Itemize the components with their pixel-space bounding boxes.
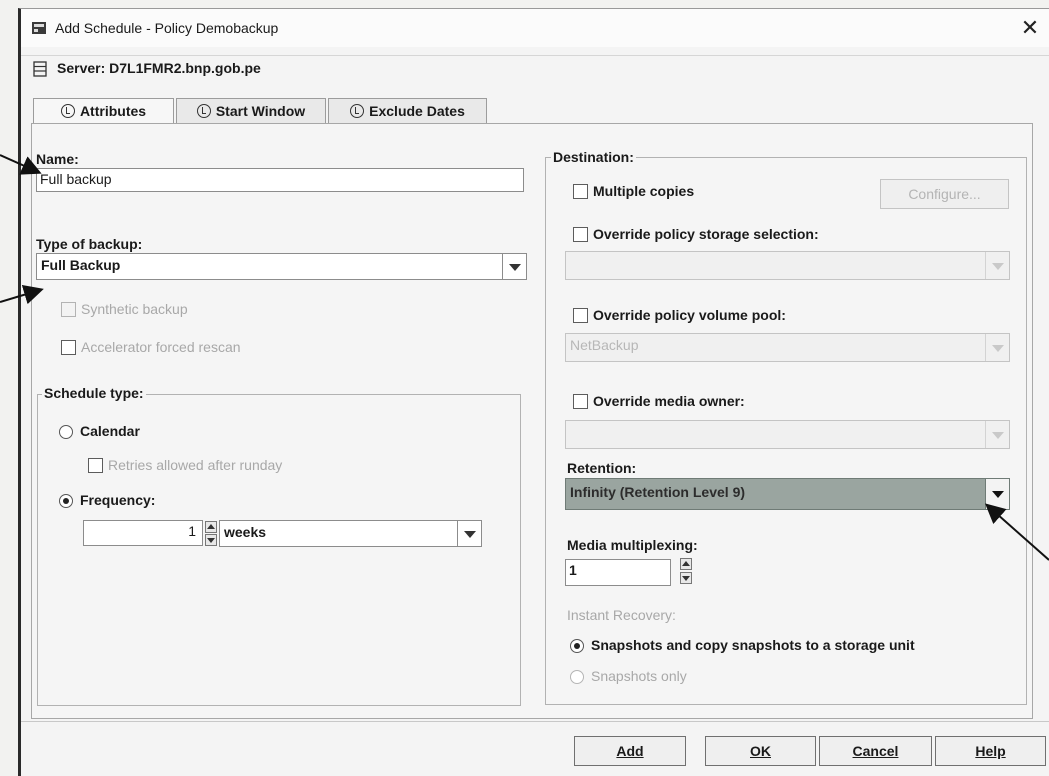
- close-button[interactable]: ✕: [1017, 15, 1043, 41]
- frequency-increment-button[interactable]: [205, 521, 217, 533]
- accelerator-rescan-checkbox[interactable]: [61, 340, 76, 355]
- override-volume-pool-checkbox[interactable]: [573, 308, 588, 323]
- add-schedule-dialog: Add Schedule - Policy Demobackup ✕ Serve…: [18, 8, 1049, 776]
- destination-title: Destination:: [551, 149, 636, 165]
- chevron-down-icon: [985, 252, 1009, 279]
- retention-value: Infinity (Retention Level 9): [570, 484, 746, 500]
- dialog-title: Add Schedule - Policy Demobackup: [55, 20, 279, 36]
- multiple-copies-label: Multiple copies: [593, 183, 695, 199]
- add-button-label: Add: [616, 743, 644, 759]
- media-multiplexing-field[interactable]: 1: [565, 559, 671, 586]
- clock-icon: [60, 104, 75, 118]
- multiplexing-decrement-button[interactable]: [680, 572, 692, 584]
- media-multiplexing-label: Media multiplexing:: [567, 537, 698, 553]
- frequency-radio[interactable]: [59, 494, 73, 508]
- clock-icon: [350, 104, 365, 118]
- tab-attributes[interactable]: Attributes: [33, 98, 174, 126]
- chevron-down-icon: [457, 521, 481, 546]
- tab-start-window[interactable]: Start Window: [176, 98, 326, 124]
- button-bar-separator: [21, 721, 1049, 722]
- snapshots-and-copy-label: Snapshots and copy snapshots to a storag…: [591, 637, 915, 653]
- configure-label: Configure...: [908, 186, 981, 202]
- override-storage-select[interactable]: [565, 251, 1010, 280]
- type-of-backup-select[interactable]: Full Backup: [36, 253, 527, 280]
- chevron-down-icon: [502, 254, 526, 279]
- cancel-button[interactable]: Cancel: [819, 736, 932, 766]
- chevron-down-icon: [985, 421, 1009, 448]
- ok-button[interactable]: OK: [705, 736, 816, 766]
- multiplexing-increment-button[interactable]: [680, 558, 692, 570]
- type-of-backup-value: Full Backup: [41, 257, 121, 273]
- type-of-backup-label: Type of backup:: [36, 236, 143, 252]
- override-volume-pool-select[interactable]: NetBackup: [565, 333, 1010, 362]
- calendar-label: Calendar: [80, 423, 140, 439]
- retries-after-runday-checkbox[interactable]: [88, 458, 103, 473]
- tab-exclude-dates-label: Exclude Dates: [369, 103, 465, 119]
- override-volume-pool-label: Override policy volume pool:: [593, 307, 786, 323]
- retention-select[interactable]: Infinity (Retention Level 9): [565, 478, 1010, 510]
- override-storage-checkbox[interactable]: [573, 227, 588, 242]
- override-media-owner-label: Override media owner:: [593, 393, 745, 409]
- override-media-owner-checkbox[interactable]: [573, 394, 588, 409]
- name-field[interactable]: Full backup: [36, 168, 524, 192]
- tab-attributes-label: Attributes: [79, 103, 147, 119]
- accelerator-rescan-label: Accelerator forced rescan: [81, 339, 241, 355]
- frequency-decrement-button[interactable]: [205, 534, 217, 546]
- schedule-type-group: [37, 394, 521, 706]
- chevron-down-icon: [985, 479, 1009, 509]
- override-volume-pool-value: NetBackup: [570, 337, 639, 353]
- name-label: Name:: [36, 151, 79, 167]
- snapshots-only-radio[interactable]: [570, 670, 584, 684]
- clock-icon: [196, 104, 211, 118]
- frequency-value: 1: [188, 523, 196, 539]
- snapshots-only-label: Snapshots only: [591, 668, 687, 684]
- schedule-type-title: Schedule type:: [42, 385, 146, 401]
- cancel-button-label: Cancel: [852, 743, 899, 759]
- tab-exclude-dates[interactable]: Exclude Dates: [328, 98, 487, 124]
- name-value: Full backup: [40, 171, 112, 187]
- close-icon: ✕: [1020, 15, 1040, 40]
- snapshots-and-copy-radio[interactable]: [570, 639, 584, 653]
- calendar-radio[interactable]: [59, 425, 73, 439]
- chevron-down-icon: [985, 334, 1009, 361]
- server-icon: [33, 61, 47, 77]
- netbackup-app-icon: [32, 22, 46, 34]
- add-button[interactable]: Add: [574, 736, 686, 766]
- frequency-label: Frequency:: [80, 492, 156, 508]
- help-button-label: Help: [975, 743, 1006, 759]
- frequency-unit-value: weeks: [224, 524, 267, 540]
- media-multiplexing-value: 1: [569, 562, 577, 578]
- server-bar: Server: D7L1FMR2.bnp.gob.pe: [21, 55, 1049, 81]
- tab-start-window-label: Start Window: [215, 103, 306, 119]
- title-bar: Add Schedule - Policy Demobackup ✕: [21, 9, 1049, 47]
- retention-label: Retention:: [567, 460, 637, 476]
- ok-button-label: OK: [750, 743, 771, 759]
- help-button[interactable]: Help: [935, 736, 1046, 766]
- override-media-owner-select[interactable]: [565, 420, 1010, 449]
- attributes-panel: Name: Full backup Type of backup: Full B…: [31, 123, 1033, 719]
- synthetic-backup-checkbox[interactable]: [61, 302, 76, 317]
- multiple-copies-checkbox[interactable]: [573, 184, 588, 199]
- frequency-value-field[interactable]: 1: [83, 520, 203, 546]
- instant-recovery-label: Instant Recovery:: [567, 607, 676, 623]
- server-label: Server: D7L1FMR2.bnp.gob.pe: [57, 60, 261, 76]
- retries-after-runday-label: Retries allowed after runday: [108, 457, 283, 473]
- frequency-unit-select[interactable]: weeks: [219, 520, 482, 547]
- synthetic-backup-label: Synthetic backup: [81, 301, 188, 317]
- configure-button[interactable]: Configure...: [880, 179, 1009, 209]
- override-storage-label: Override policy storage selection:: [593, 226, 819, 242]
